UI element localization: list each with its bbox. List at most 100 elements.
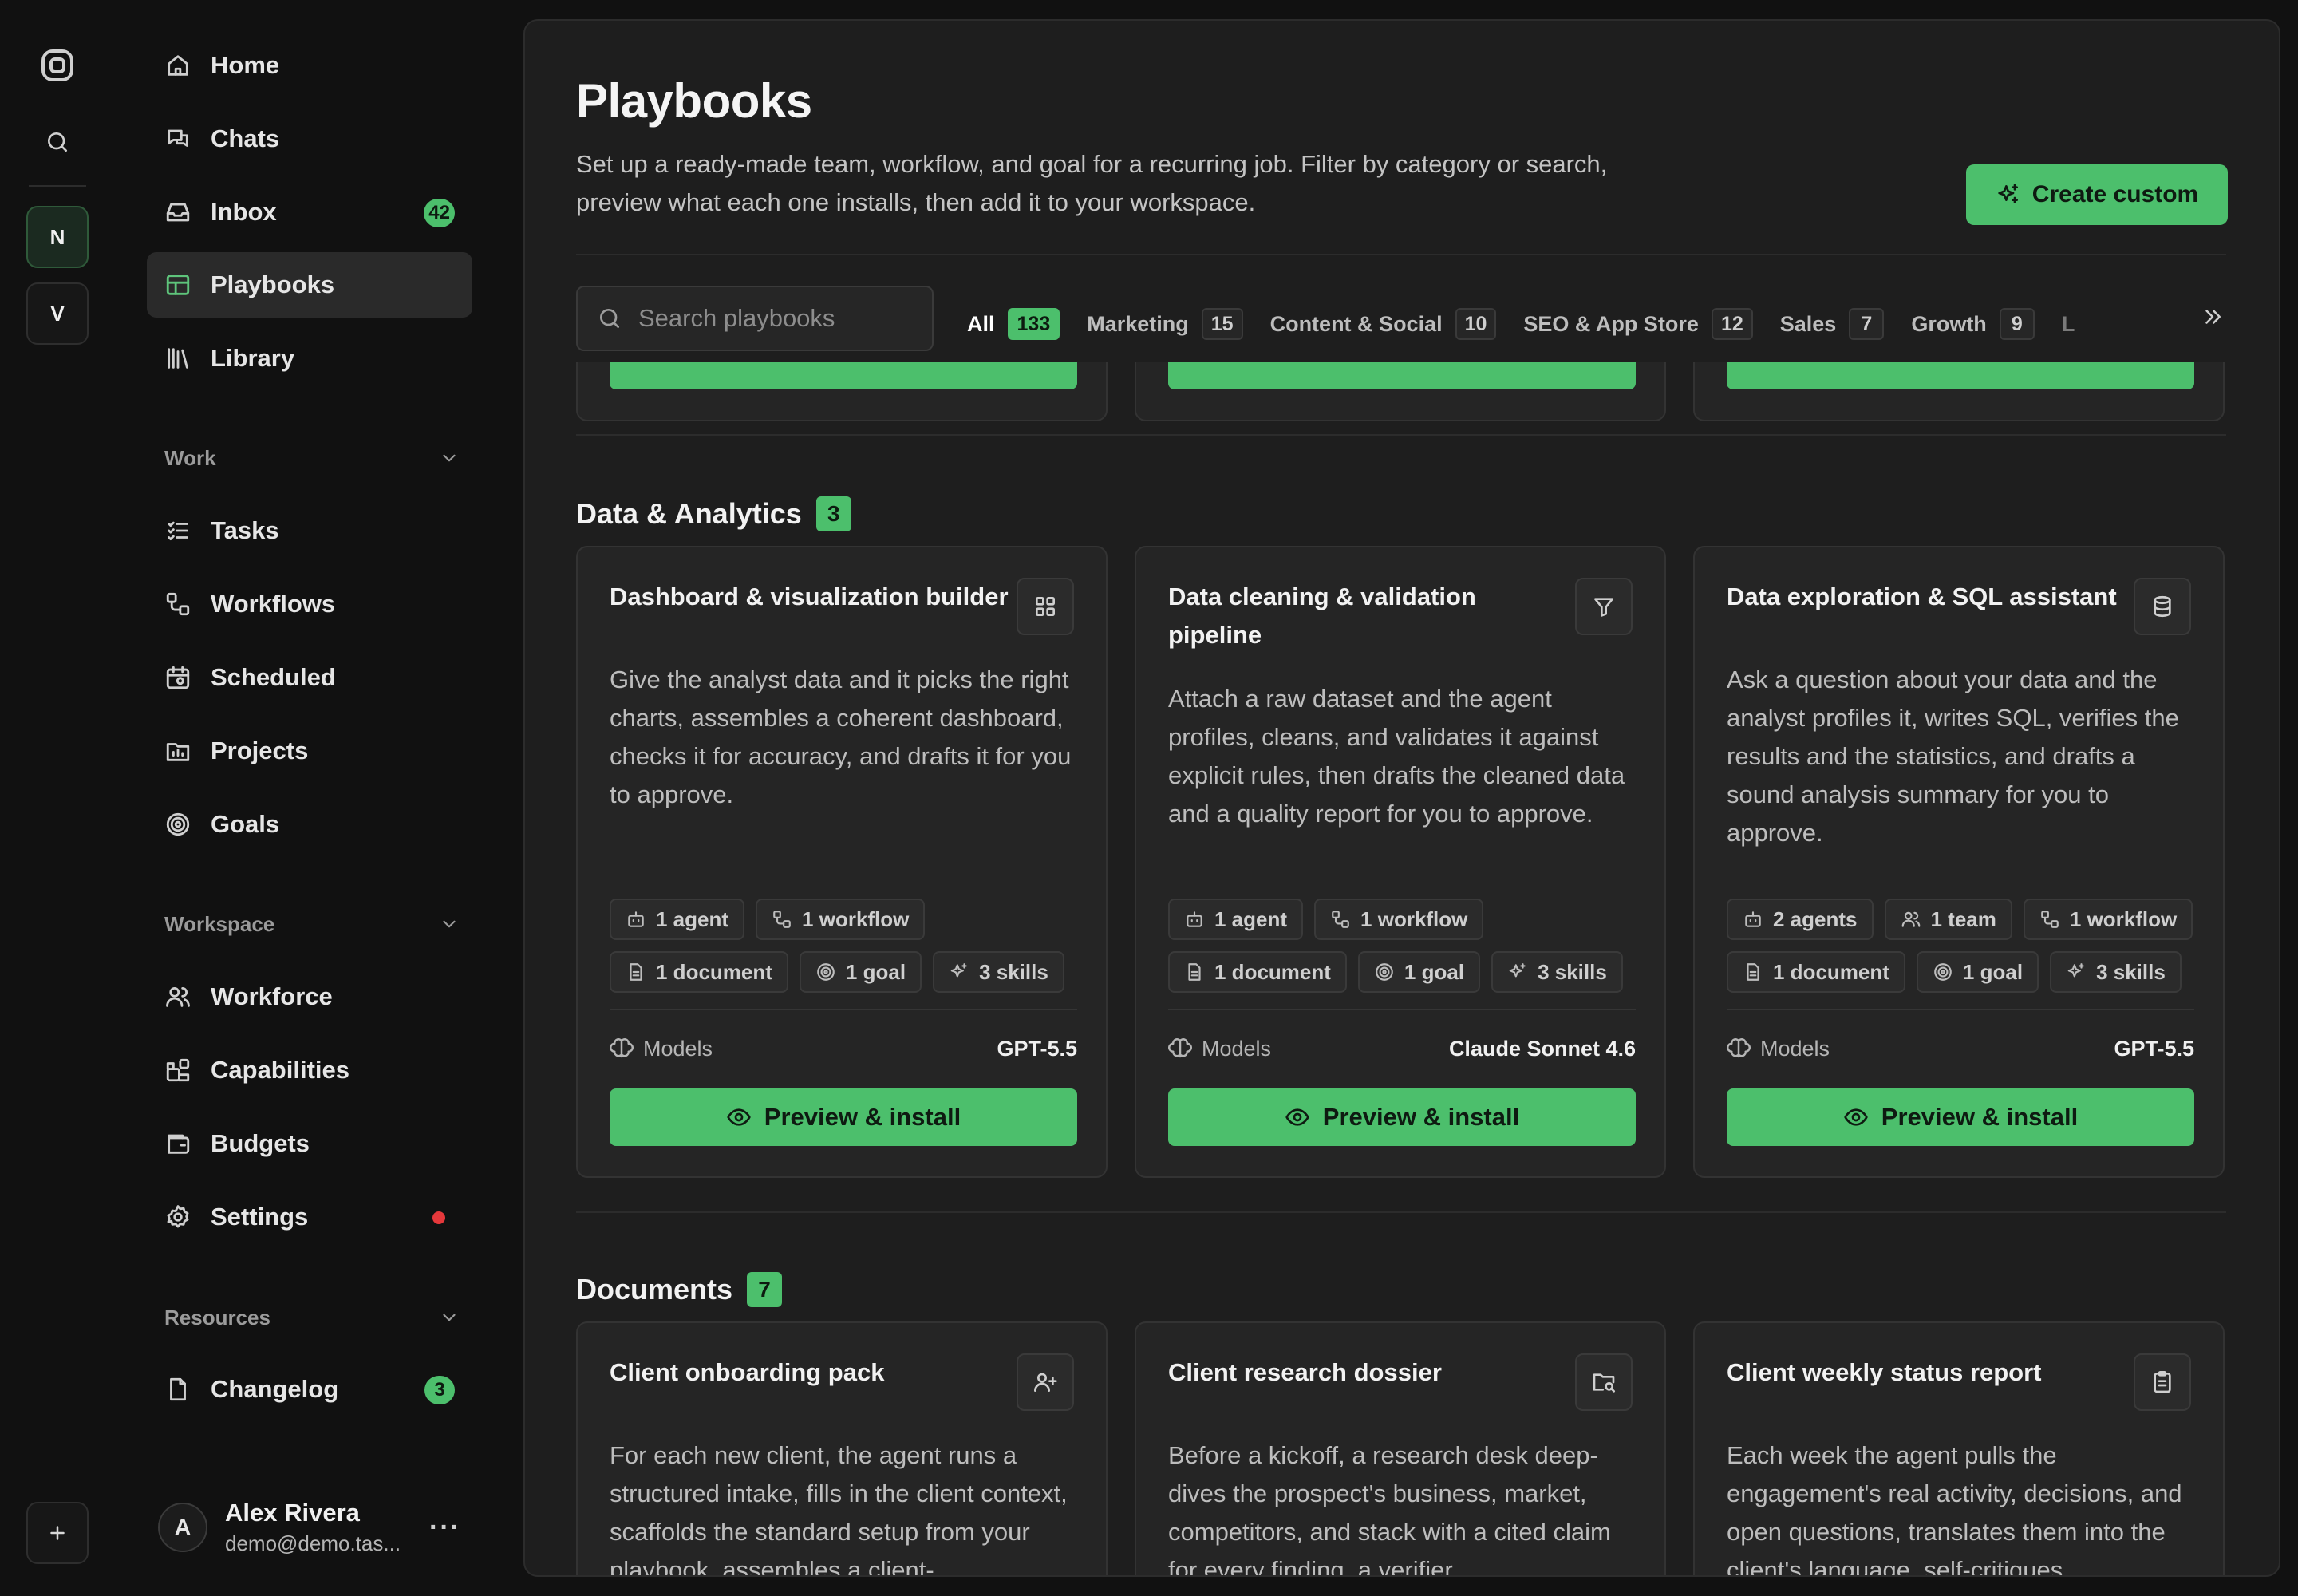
section-toggle-work[interactable]: Work	[164, 442, 460, 474]
tab-count: 10	[1455, 308, 1497, 340]
gear-icon	[167, 1205, 189, 1228]
search-icon[interactable]	[41, 126, 73, 158]
sidebar-item-settings[interactable]: Settings	[147, 1184, 472, 1250]
models-row: Models GPT-5.5	[1727, 1033, 2194, 1065]
eye-icon	[1844, 1108, 1868, 1126]
playbook-card: Client weekly status report Each week th…	[1693, 1321, 2225, 1577]
preview-install-button[interactable]: Preview & install	[1168, 1088, 1636, 1146]
tab-sales[interactable]: Sales 7	[1780, 291, 1885, 357]
tasks-icon	[168, 521, 188, 541]
tab-seo-app-store[interactable]: SEO & App Store 12	[1523, 291, 1753, 357]
sidebar-item-inbox[interactable]: Inbox 42	[147, 180, 472, 245]
avatar: A	[158, 1503, 207, 1552]
tab-marketing[interactable]: Marketing 15	[1087, 291, 1243, 357]
tab-growth[interactable]: Growth 9	[1911, 291, 2035, 357]
page-description: Set up a ready-made team, workflow, and …	[576, 150, 1608, 216]
models-row: Models Claude Sonnet 4.6	[1168, 1033, 1636, 1065]
sidebar-item-tasks[interactable]: Tasks	[147, 498, 472, 563]
chip-label: 1 document	[656, 959, 772, 984]
section-title-documents: Documents 7	[576, 1272, 783, 1307]
user-menu[interactable]: A Alex Rivera demo@demo.tas... ···	[158, 1487, 472, 1567]
projects-icon	[166, 743, 190, 761]
changelog-count-badge: 3	[424, 1376, 455, 1404]
preview-install-button[interactable]: Preview & install	[610, 1088, 1077, 1146]
eye-icon	[727, 1108, 751, 1126]
tab-content-social[interactable]: Content & Social 10	[1270, 291, 1497, 357]
card-description: Attach a raw dataset and the agent profi…	[1168, 685, 1625, 828]
sidebar-item-library[interactable]: Library	[147, 326, 472, 391]
sidebar-item-workforce[interactable]: Workforce	[147, 964, 472, 1029]
target-icon	[1376, 963, 1393, 981]
card-title: Data exploration & SQL assistant	[1727, 583, 2117, 610]
install-label: Preview & install	[1322, 1103, 1520, 1131]
chip-goals: 1 goal	[799, 951, 922, 993]
card-title: Client research dossier	[1168, 1358, 1442, 1386]
section-toggle-resources[interactable]: Resources	[164, 1302, 460, 1333]
sidebar-item-goals[interactable]: Goals	[147, 792, 472, 857]
card-title: Data cleaning & validation pipeline	[1168, 583, 1476, 649]
sidebar-item-label: Inbox	[211, 198, 277, 226]
document-icon	[1188, 963, 1201, 981]
playbook-card: Dashboard & visualization builder Give t…	[576, 546, 1108, 1178]
section-toggle-workspace[interactable]: Workspace	[164, 908, 460, 940]
sidebar-item-workflows[interactable]: Workflows	[147, 571, 472, 637]
workflows-icon	[773, 911, 791, 928]
chevron-down-icon	[443, 1314, 456, 1321]
app-logo-icon[interactable]	[37, 45, 78, 86]
category-tabs: All 133 Marketing 15 Content & Social 10 SE…	[960, 286, 2102, 368]
document-icon	[630, 963, 642, 981]
chip-documents: 1 document	[1168, 951, 1347, 993]
playbook-card: Client onboarding pack For each new clie…	[576, 1321, 1108, 1577]
sidebar-item-label: Workflows	[211, 590, 336, 618]
sidebar-item-label: Projects	[211, 737, 309, 764]
tab-all[interactable]: All 133	[960, 291, 1073, 368]
tab-count: 9	[1999, 308, 2035, 340]
sidebar-item-capabilities[interactable]: Capabilities	[147, 1037, 472, 1103]
sidebar-item-home[interactable]: Home	[147, 33, 472, 98]
sidebar-item-label: Workforce	[211, 982, 333, 1010]
search-input[interactable]	[638, 304, 926, 333]
preview-install-button[interactable]: Preview & install	[1727, 1088, 2194, 1146]
rail-divider	[29, 185, 86, 187]
sidebar-item-changelog[interactable]: Changelog 3	[147, 1357, 472, 1422]
tab-count: 133	[1007, 308, 1060, 340]
workspace-button-n[interactable]: N	[26, 206, 89, 268]
card-description: Before a kickoff, a research desk deep-d…	[1168, 1441, 1611, 1577]
brain-icon	[610, 1038, 634, 1058]
sidebar-item-scheduled[interactable]: Scheduled	[147, 645, 472, 710]
chip-documents: 1 document	[610, 951, 788, 993]
sidebar-item-chats[interactable]: Chats	[147, 106, 472, 172]
workspace-button-v[interactable]: V	[26, 282, 89, 345]
workspace-rail: N V	[0, 0, 115, 1596]
models-value: Claude Sonnet 4.6	[1448, 1036, 1636, 1061]
card-chips: 1 agent 1 workflow 1 document 1 goal 3 s…	[610, 899, 1088, 993]
chip-goals: 1 goal	[1357, 951, 1481, 993]
sidebar-item-label: Scheduled	[211, 663, 336, 691]
create-custom-button[interactable]: Create custom	[1966, 164, 2228, 225]
sidebar-item-budgets[interactable]: Budgets	[147, 1111, 472, 1176]
sidebar-item-playbooks[interactable]: Playbooks	[147, 252, 472, 318]
chip-label: 1 team	[1930, 907, 1996, 931]
sparkles-icon	[2067, 963, 2084, 978]
filter-bar: All 133 Marketing 15 Content & Social 10 SE…	[525, 255, 2279, 368]
card-description: For each new client, the agent runs a st…	[610, 1441, 1068, 1577]
sidebar-item-projects[interactable]: Projects	[147, 718, 472, 784]
sparkles-icon	[1998, 184, 2018, 203]
tabs-scroll-right-button[interactable]	[2201, 305, 2225, 329]
install-label: Preview & install	[764, 1103, 961, 1131]
database-icon	[2134, 578, 2191, 635]
sparkles-icon	[1509, 963, 1526, 978]
card-description: Each week the agent pulls the engagement…	[1727, 1441, 2182, 1577]
chip-label: 1 goal	[1404, 959, 1465, 984]
search-input-wrapper[interactable]	[576, 286, 934, 351]
tab-overflow[interactable]: L	[2062, 291, 2075, 357]
calendar-icon	[166, 666, 190, 689]
sidebar-item-label: Budgets	[211, 1129, 310, 1157]
chip-agents: 2 agents	[1727, 899, 1874, 940]
chip-label: 3 skills	[1538, 959, 1607, 984]
tab-label: All	[967, 311, 995, 336]
user-plus-icon	[1017, 1353, 1074, 1411]
more-options-icon[interactable]: ···	[426, 1508, 464, 1547]
user-email: demo@demo.tas...	[225, 1531, 401, 1555]
add-workspace-button[interactable]	[26, 1502, 89, 1564]
